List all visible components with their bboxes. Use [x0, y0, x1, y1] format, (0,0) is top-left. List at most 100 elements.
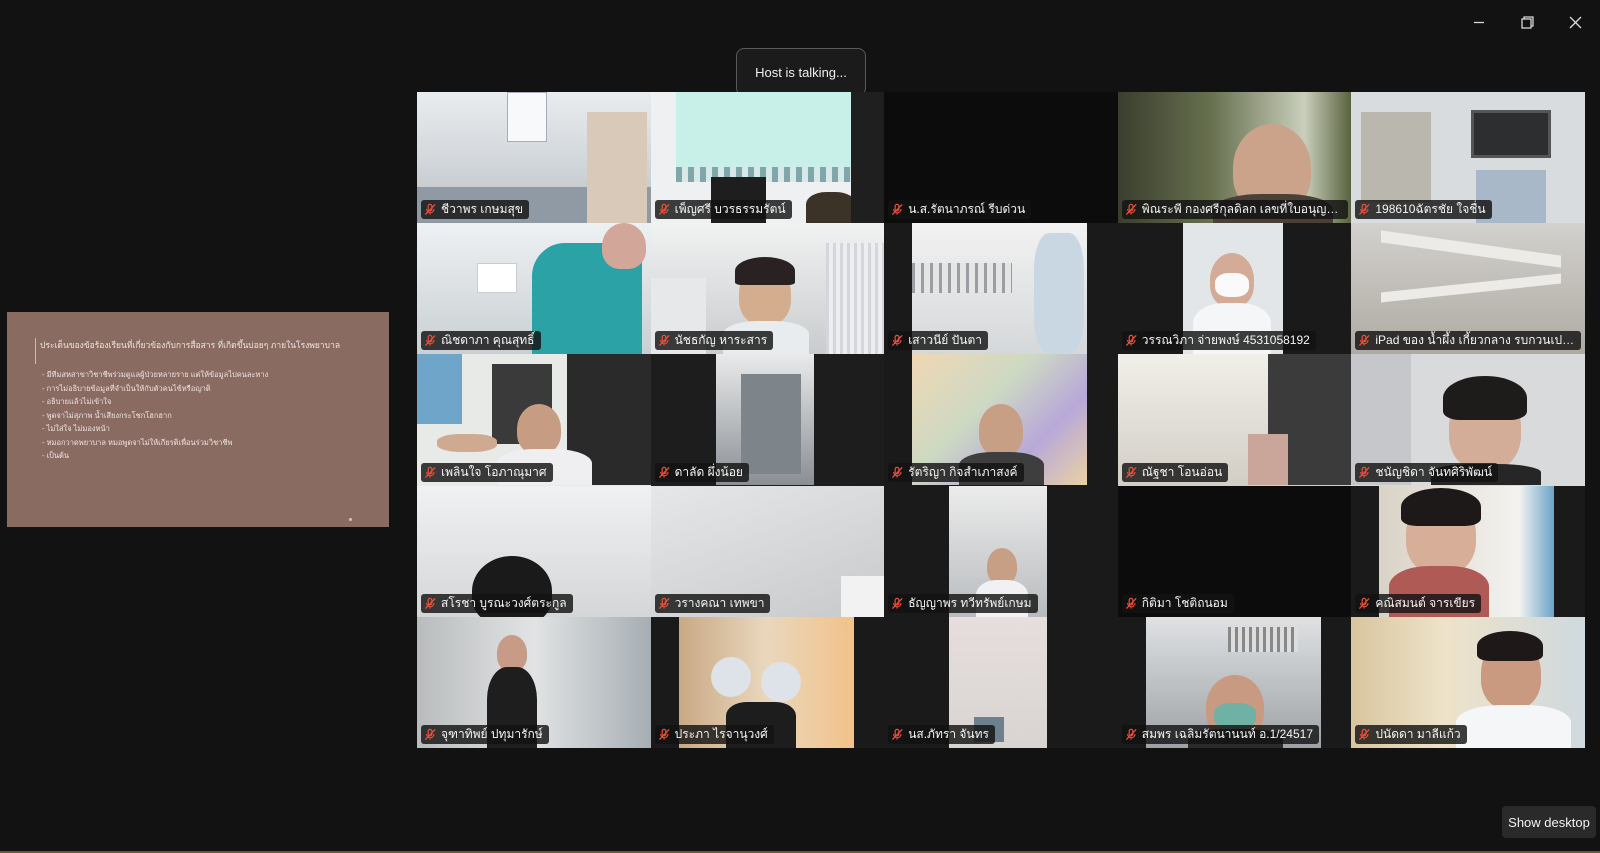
participant-tile[interactable]: นส.ภัทรา จันทร: [884, 616, 1118, 748]
participant-name: ประภา ไรจานุวงศ์: [674, 726, 768, 741]
participant-name: ธัญญาพร ทวีทรัพย์เกษม: [908, 595, 1032, 610]
participant-name-tag: ณิชดาภา คุณสุทธิ์: [421, 331, 541, 351]
participant-name-tag: เพลินใจ โอภาณุมาศ: [421, 462, 553, 482]
mic-muted-icon: [1359, 466, 1370, 478]
video-frame: [417, 354, 462, 425]
participant-name: นส.ภัทรา จันทร: [908, 726, 989, 741]
participant-name: เพลินใจ โอภาณุมาศ: [441, 464, 547, 479]
participant-name: 198610ฉัตรชัย ใจชื่น: [1375, 202, 1486, 217]
video-frame: [1034, 233, 1085, 355]
video-frame: [507, 92, 547, 142]
close-button[interactable]: [1561, 10, 1589, 34]
participant-tile[interactable]: วรรณวิภา จ่ายพงษ์ 4531058192: [1117, 223, 1352, 355]
participant-name-tag: iPad ของ น้ำผึ้ง เกี้ยวกลาง รบกวนเปลี่ย.…: [1355, 331, 1582, 351]
mic-muted-icon: [424, 203, 436, 216]
slide-title: ประเด็นของข้อร้องเรียนที่เกี่ยวข้องกับกา…: [40, 340, 341, 350]
participant-name-tag: วรรณวิภา จ่ายพงษ์ 4531058192: [1121, 331, 1316, 351]
participant-tile[interactable]: เพลินใจ โอภาณุมาศ: [417, 354, 651, 486]
participant-name-tag: วรางคณา เทพขา: [654, 593, 771, 613]
participant-tile[interactable]: พิณระพี กองศรีกุลดิลก เลขที่ใบอนุญาต...: [1117, 92, 1352, 224]
mic-muted-icon: [658, 597, 670, 609]
participant-tile[interactable]: น.ส.รัตนาภรณ์ รีบด่วน: [884, 92, 1118, 224]
participant-name: ณัฐชา โอนอ่อน: [1141, 464, 1223, 479]
participant-name: กิติมา โชติถนอม: [1141, 595, 1228, 610]
participant-tile[interactable]: เสาวนีย์ ปันตา: [884, 223, 1118, 355]
participant-tile[interactable]: นัชธกัญ หาระสาร: [650, 223, 885, 355]
participant-name-tag: ชีวาพร เกษมสุข: [421, 200, 530, 220]
mic-muted-icon: [1359, 335, 1370, 347]
participant-tile[interactable]: รัตริญา กิจสำเภาสงค์: [884, 354, 1118, 486]
video-frame: [675, 92, 851, 167]
mic-muted-icon: [892, 597, 903, 609]
slide-list-item: - อธิบายแล้วไม่เข้าใจ: [42, 397, 112, 406]
slide-list-item: - พูดจาไม่สุภาพ น้ำเสียงกระโชกโฮกฮาก: [42, 410, 172, 420]
video-frame: [912, 263, 1013, 294]
participant-tile[interactable]: ชีวาพร เกษมสุข: [417, 92, 651, 224]
video-frame: [1443, 376, 1528, 421]
slide-page-dot: [349, 518, 352, 521]
participant-tile[interactable]: สโรชา บูรณะวงศ์ตระกูล: [417, 485, 651, 617]
participant-name: ณิชดาภา คุณสุทธิ์: [441, 333, 535, 348]
participant-tile[interactable]: ประภา ไรจานุวงศ์: [650, 616, 885, 748]
participant-tile[interactable]: คณิสมนต์ จารเขียร: [1351, 485, 1585, 617]
mic-muted-icon: [658, 203, 670, 216]
participant-name: พิณระพี กองศรีกุลดิลก เลขที่ใบอนุญาต...: [1141, 202, 1342, 217]
show-desktop-button[interactable]: Show desktop: [1502, 806, 1596, 838]
participant-tile[interactable]: ปนัดดา มาลีแก้ว: [1351, 616, 1585, 748]
mic-muted-icon: [892, 335, 903, 347]
participant-name: ชนัญชิดา จันทศิริพัฒน์: [1375, 464, 1493, 479]
participant-tile[interactable]: ดาลัด ผึ่งน้อย: [650, 354, 885, 486]
mic-muted-icon: [424, 597, 436, 609]
participant-name-tag: จุฑาทิพย์ ปทุมารักษ์: [421, 724, 549, 744]
video-frame: [587, 112, 647, 223]
mic-muted-icon: [658, 466, 670, 478]
mic-muted-icon: [892, 203, 903, 216]
mic-muted-icon: [424, 728, 436, 740]
video-frame: [1247, 434, 1288, 486]
mic-muted-icon: [1359, 728, 1370, 740]
video-frame: [825, 243, 885, 355]
participant-tile[interactable]: ณิชดาภา คุณสุทธิ์: [417, 223, 651, 355]
participant-name-tag: ชนัญชิดา จันทศิริพัฒน์: [1355, 462, 1499, 482]
slide-list-item: - หมอกวาดพยาบาล หมอพูดจาไม่ให้เกียรติเพื…: [42, 437, 233, 447]
participant-tile[interactable]: วรางคณา เทพขา: [650, 485, 885, 617]
video-frame: [1361, 112, 1432, 202]
participant-tile[interactable]: iPad ของ น้ำผึ้ง เกี้ยวกลาง รบกวนเปลี่ย.…: [1351, 223, 1585, 355]
participant-name: วรรณวิภา จ่ายพงษ์ 4531058192: [1141, 333, 1310, 348]
participant-tile[interactable]: จุฑาทิพย์ ปทุมารักษ์: [417, 616, 651, 748]
restore-button[interactable]: [1513, 10, 1541, 34]
mic-muted-icon: [892, 728, 903, 740]
mic-muted-icon: [1125, 203, 1137, 216]
minimize-button[interactable]: [1465, 10, 1493, 34]
mic-muted-icon: [892, 466, 903, 478]
restore-icon: [1520, 15, 1534, 29]
participant-name: วรางคณา เทพขา: [674, 595, 765, 610]
participant-tile[interactable]: ธัญญาพร ทวีทรัพย์เกษม: [884, 485, 1118, 617]
participant-tile[interactable]: เพ็ญศรี บวรธรรมรัตน์: [650, 92, 885, 224]
participant-name: รัตริญา กิจสำเภาสงค์: [908, 464, 1018, 479]
video-frame: [840, 575, 885, 617]
participant-name: น.ส.รัตนาภรณ์ รีบด่วน: [908, 202, 1026, 217]
participant-tile[interactable]: ณัฐชา โอนอ่อน: [1117, 354, 1352, 486]
participant-tile[interactable]: 198610ฉัตรชัย ใจชื่น: [1351, 92, 1585, 224]
video-grid: ชีวาพร เกษมสุข เพ็ญศรี บวรธรรมรัตน์ น.ส.รั…: [417, 92, 1585, 748]
host-talking-toast: Host is talking...: [736, 48, 866, 96]
participant-name-tag: ปนัดดา มาลีแก้ว: [1355, 724, 1467, 744]
participant-tile[interactable]: กิติมา โชติถนอม: [1117, 485, 1352, 617]
participant-name-tag: น.ส.รัตนาภรณ์ รีบด่วน: [888, 200, 1032, 220]
show-desktop-label: Show desktop: [1508, 814, 1590, 830]
mic-muted-icon: [1359, 203, 1370, 216]
close-icon: [1569, 16, 1581, 28]
participant-name-tag: นัชธกัญ หาระสาร: [654, 331, 774, 351]
participant-name: ปนัดดา มาลีแก้ว: [1375, 726, 1461, 741]
participant-name-tag: 198610ฉัตรชัย ใจชื่น: [1355, 200, 1492, 220]
participant-tile[interactable]: สมพร เฉลิมรัตนานนท์ อ.1/24517: [1117, 616, 1352, 748]
slide-list-item: - มีทีมสหสาขาวิชาชีพร่วมดูแลผู้ป่วยหลายร…: [42, 370, 269, 379]
mic-muted-icon: [1359, 597, 1370, 609]
slide-list-item: - เป็นต้น: [42, 451, 70, 460]
participant-name-tag: รัตริญา กิจสำเภาสงค์: [888, 462, 1024, 482]
participant-tile[interactable]: ชนัญชิดา จันทศิริพัฒน์: [1351, 354, 1585, 486]
slide-list-item: - ไม่ใส่ใจ ไม่มองหน้า: [42, 424, 110, 433]
video-frame: [477, 263, 517, 294]
video-frame: [987, 547, 1018, 584]
